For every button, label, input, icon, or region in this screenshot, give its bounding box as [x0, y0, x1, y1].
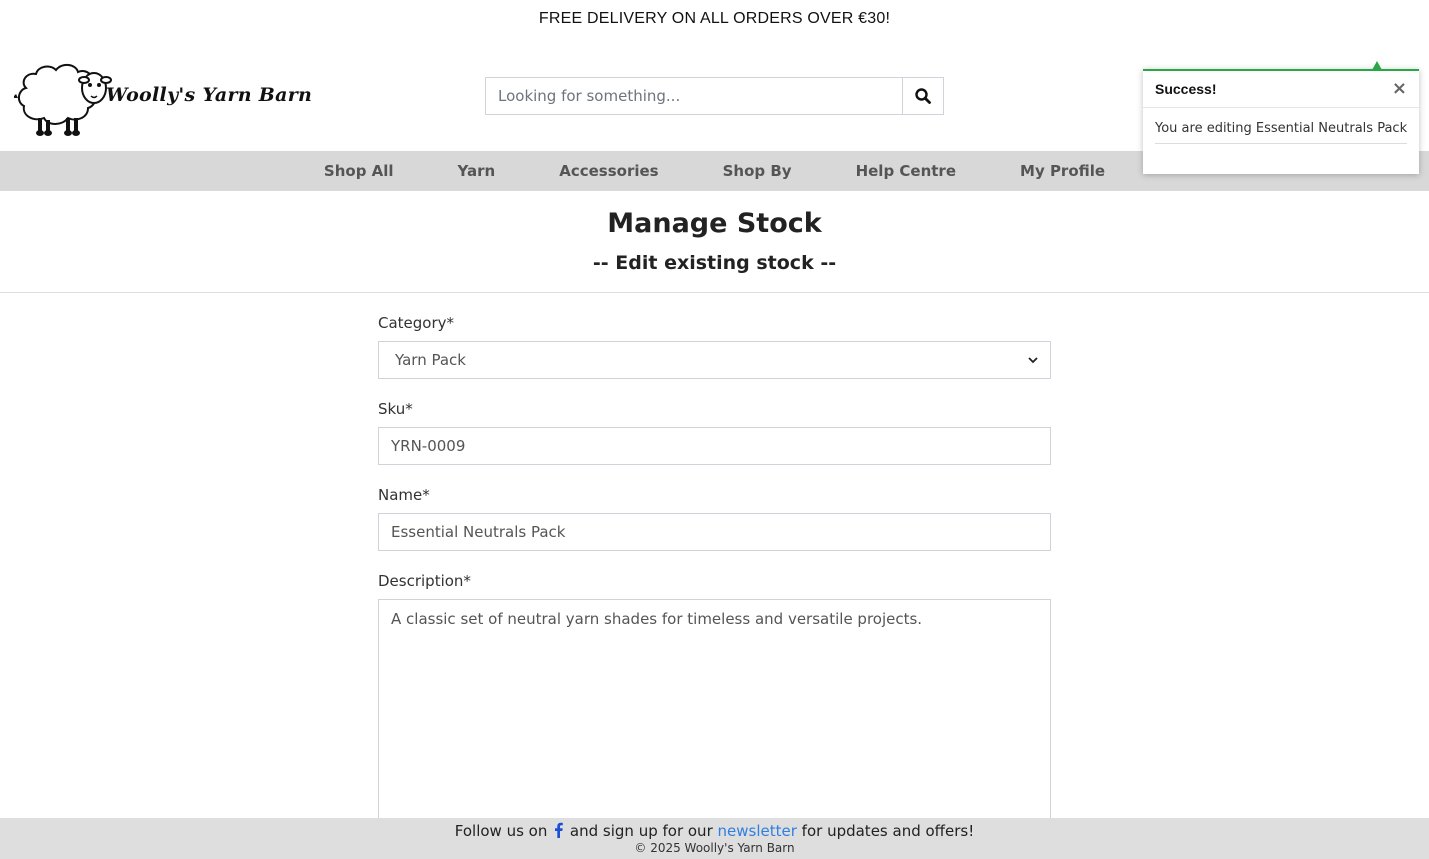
facebook-icon[interactable]	[554, 822, 563, 838]
footer-follow-prefix: Follow us on	[454, 822, 548, 840]
site-logo[interactable]: Woolly's Yarn Barn	[14, 58, 334, 138]
name-field[interactable]: Essential Neutrals Pack	[378, 513, 1051, 551]
promo-banner: FREE DELIVERY ON ALL ORDERS OVER €30!	[0, 0, 1429, 38]
search-bar	[485, 77, 944, 115]
close-icon[interactable]: ×	[1392, 80, 1407, 98]
nav-item-help-centre[interactable]: Help Centre	[824, 162, 988, 180]
name-value: Essential Neutrals Pack	[391, 523, 566, 541]
search-button[interactable]	[902, 77, 944, 115]
name-label: Name*	[378, 486, 430, 504]
sheep-logo-icon	[14, 64, 112, 136]
footer-follow-suffix: for updates and offers!	[801, 822, 975, 840]
sku-value: YRN-0009	[391, 437, 466, 455]
page-title: Manage Stock	[607, 208, 822, 239]
nav-item-shop-all[interactable]: Shop All	[292, 162, 426, 180]
description-value: A classic set of neutral yarn shades for…	[391, 610, 923, 628]
toast-body: You are editing Essential Neutrals Pack	[1143, 108, 1419, 144]
brand-name: Woolly's Yarn Barn	[106, 84, 313, 106]
search-icon	[915, 88, 931, 104]
category-select[interactable]: Yarn Pack	[378, 341, 1051, 379]
success-toast: Success! × You are editing Essential Neu…	[1143, 61, 1419, 174]
footer-follow-middle: and sign up for our	[569, 822, 713, 840]
nav-item-accessories[interactable]: Accessories	[527, 162, 690, 180]
copyright-text: © 2025 Woolly's Yarn Barn	[634, 841, 795, 855]
sku-field[interactable]: YRN-0009	[378, 427, 1051, 465]
chevron-down-icon	[1028, 357, 1038, 364]
newsletter-link[interactable]: newsletter	[718, 822, 797, 840]
toast-header: Success! ×	[1143, 71, 1419, 108]
nav-item-my-profile[interactable]: My Profile	[988, 162, 1137, 180]
description-textarea[interactable]: A classic set of neutral yarn shades for…	[378, 599, 1051, 829]
sku-label: Sku*	[378, 400, 413, 418]
footer-follow-line: Follow us on and sign up for our newslet…	[0, 822, 1429, 840]
nav-item-shop-by[interactable]: Shop By	[691, 162, 824, 180]
category-value: Yarn Pack	[395, 351, 466, 369]
page-subtitle: -- Edit existing stock --	[592, 252, 837, 274]
category-label: Category*	[378, 314, 455, 332]
divider	[0, 292, 1429, 293]
site-footer: Follow us on and sign up for our newslet…	[0, 818, 1429, 859]
promo-text: FREE DELIVERY ON ALL ORDERS OVER €30!	[538, 10, 891, 27]
toast-arrow	[1372, 61, 1382, 70]
search-input[interactable]	[485, 77, 902, 115]
toast-message: You are editing Essential Neutrals Pack	[1155, 121, 1407, 144]
nav-item-yarn[interactable]: Yarn	[426, 162, 528, 180]
toast-title: Success!	[1155, 81, 1217, 97]
description-label: Description*	[378, 572, 471, 590]
